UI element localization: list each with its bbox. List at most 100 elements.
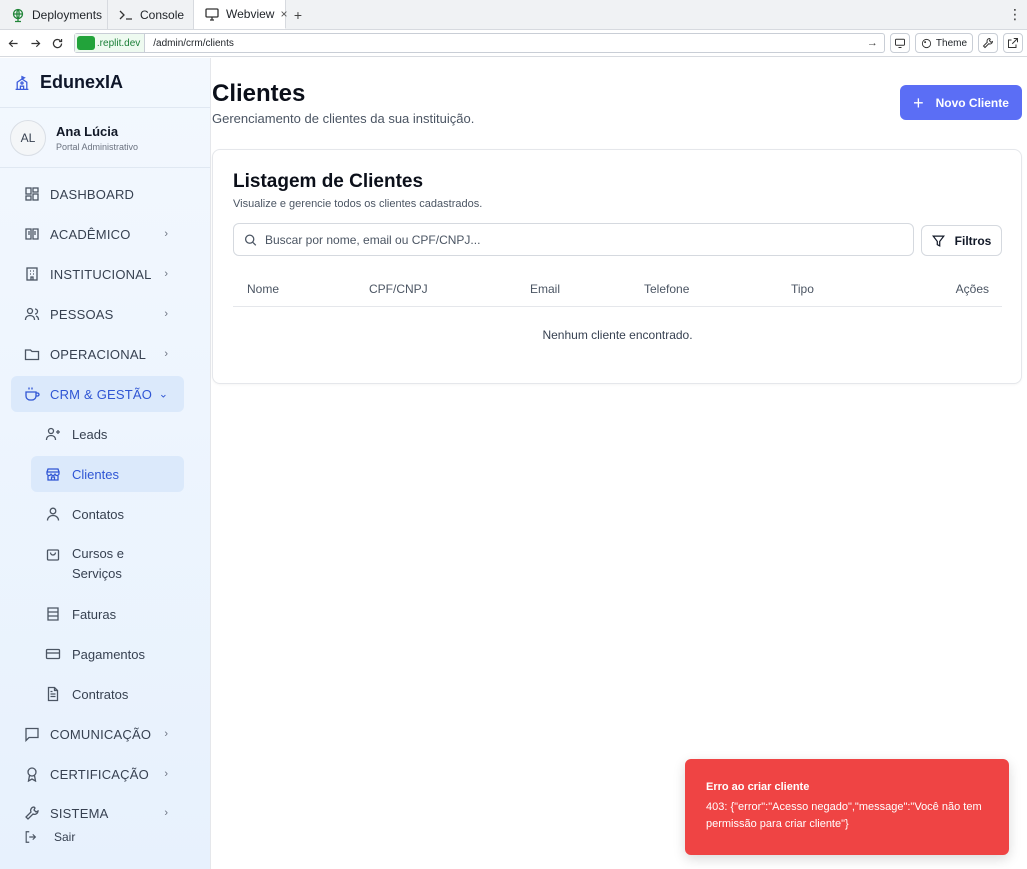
- globe-icon: [10, 7, 26, 23]
- sidebar-item-comunicacao[interactable]: COMUNICAÇÃO ›: [11, 716, 184, 752]
- sidebar-item-label: Contatos: [72, 506, 125, 522]
- monitor-icon: [894, 38, 905, 48]
- more-menu-icon[interactable]: ⋮: [1003, 0, 1027, 29]
- brand[interactable]: EdunexIA: [0, 58, 210, 108]
- brand-name: EdunexIA: [40, 72, 124, 92]
- sidebar-subitem-pagamentos[interactable]: Pagamentos: [31, 636, 184, 672]
- column-header-acoes: Ações: [955, 282, 989, 296]
- sidebar-item-label: Leads: [72, 426, 108, 442]
- devtools-button[interactable]: [889, 33, 910, 53]
- building-icon: [24, 266, 40, 282]
- open-external-button[interactable]: [1003, 33, 1023, 53]
- reload-button[interactable]: [48, 33, 68, 53]
- tab-label: Webview: [226, 7, 275, 21]
- address-bar: .replit.dev /admin/crm/clients → Theme: [0, 30, 1027, 57]
- sidebar-item-operacional[interactable]: OPERACIONAL ›: [11, 336, 184, 372]
- tab-label: Console: [140, 7, 185, 22]
- chevron-right-icon: ›: [164, 228, 168, 240]
- host-pill: .replit.dev: [74, 34, 146, 52]
- sidebar-item-label: COMUNICAÇÃO: [50, 726, 152, 742]
- sidebar-item-institucional[interactable]: INSTITUCIONAL ›: [11, 256, 184, 292]
- user-profile[interactable]: AL Ana Lúcia Portal Administrativo: [0, 108, 210, 168]
- tab-console[interactable]: Console: [108, 0, 194, 29]
- sidebar-subitem-clientes[interactable]: Clientes: [31, 456, 184, 492]
- column-header-telefone[interactable]: Telefone: [644, 282, 689, 296]
- palette-icon: [921, 38, 931, 48]
- url-host: .replit.dev: [96, 37, 141, 49]
- reload-icon: [53, 38, 63, 48]
- school-icon: [12, 73, 32, 93]
- sidebar-item-label: Pagamentos: [72, 646, 145, 662]
- chevron-right-icon: ›: [164, 268, 168, 280]
- card-title: Listagem de Clientes: [233, 171, 424, 192]
- sidebar-item-label: Faturas: [72, 606, 117, 622]
- forward-button[interactable]: [26, 33, 46, 53]
- dashboard-icon: [24, 186, 40, 202]
- sidebar-item-label: DASHBOARD: [50, 186, 135, 202]
- search-box: [233, 223, 914, 256]
- tools-button[interactable]: [978, 33, 999, 53]
- sidebar-subitem-contatos[interactable]: Contatos: [31, 496, 184, 532]
- error-toast[interactable]: Erro ao criar cliente 403: {"error":"Ace…: [685, 759, 1009, 855]
- empty-state: Nenhum cliente encontrado.: [542, 328, 693, 342]
- tab-webview[interactable]: Webview ×: [194, 0, 287, 29]
- plus-icon: +: [913, 92, 924, 113]
- sidebar-item-label-line2: Serviços: [72, 566, 122, 581]
- url-field[interactable]: .replit.dev /admin/crm/clients →: [73, 33, 885, 53]
- sidebar-item-label: CERTIFICAÇÃO: [50, 766, 149, 782]
- user-name: Ana Lúcia: [56, 123, 119, 139]
- sidebar-subitem-contratos[interactable]: Contratos: [31, 676, 184, 712]
- user-icon: [45, 506, 61, 522]
- column-header-nome[interactable]: Nome: [247, 282, 279, 296]
- column-header-tipo[interactable]: Tipo: [791, 282, 814, 296]
- tab-deployments[interactable]: Deployments: [0, 0, 108, 29]
- avatar: AL: [10, 119, 46, 156]
- search-input[interactable]: [265, 232, 885, 247]
- sidebar-item-label: ACADÊMICO: [50, 226, 131, 242]
- back-button[interactable]: [4, 33, 24, 53]
- sidebar-item-sistema[interactable]: SISTEMA ›: [11, 795, 184, 831]
- clients-card: Listagem de Clientes Visualize e gerenci…: [212, 149, 1022, 384]
- users-icon: [24, 306, 40, 322]
- search-icon: [244, 233, 257, 246]
- sidebar-subitem-leads[interactable]: Leads: [31, 416, 184, 452]
- sidebar-item-label: INSTITUCIONAL: [50, 266, 152, 282]
- theme-button[interactable]: Theme: [914, 33, 974, 53]
- sidebar-item-pessoas[interactable]: PESSOAS ›: [11, 296, 184, 332]
- go-arrow-icon[interactable]: →: [867, 37, 884, 49]
- new-tab-button[interactable]: +: [286, 0, 310, 29]
- toast-title: Erro ao criar cliente: [706, 781, 810, 793]
- sidebar-item-label: OPERACIONAL: [50, 346, 147, 362]
- filter-icon: [931, 234, 945, 247]
- browser-tab-bar: Deployments Console Webview × + ⋮: [0, 0, 1027, 30]
- sidebar-subitem-faturas[interactable]: Faturas: [31, 596, 184, 632]
- award-icon: [24, 766, 40, 782]
- new-client-button[interactable]: + Novo Cliente: [900, 85, 1022, 120]
- message-icon: [24, 726, 40, 742]
- folder-icon: [24, 346, 40, 362]
- sidebar-item-certificacao[interactable]: CERTIFICAÇÃO ›: [11, 756, 184, 792]
- book-icon: [24, 226, 40, 242]
- sidebar-subitem-cursos-servicos[interactable]: Cursos e Serviços: [31, 544, 184, 588]
- chevron-down-icon: ⌄: [158, 388, 168, 401]
- column-header-email[interactable]: Email: [530, 282, 560, 296]
- chevron-right-icon: ›: [164, 728, 168, 740]
- column-header-cpf-cnpj[interactable]: CPF/CNPJ: [369, 282, 428, 296]
- logout-button[interactable]: Sair: [24, 830, 75, 844]
- sidebar-item-academico[interactable]: ACADÊMICO ›: [11, 216, 184, 252]
- chevron-right-icon: ›: [164, 807, 168, 819]
- theme-label: Theme: [935, 37, 968, 49]
- page-subtitle: Gerenciamento de clientes da sua institu…: [212, 111, 475, 126]
- chevron-right-icon: ›: [164, 308, 168, 320]
- page-title: Clientes: [212, 80, 306, 107]
- sidebar-item-crm-gestao[interactable]: CRM & GESTÃO ⌄: [11, 376, 184, 412]
- wrench-icon: [24, 805, 40, 821]
- log-out-icon: [24, 830, 38, 844]
- sidebar-item-dashboard[interactable]: DASHBOARD: [11, 176, 184, 212]
- terminal-icon: [118, 7, 134, 23]
- chevron-right-icon: ›: [164, 768, 168, 780]
- tab-label: Deployments: [32, 7, 103, 22]
- sidebar-item-label: Clientes: [72, 466, 119, 482]
- receipt-icon: [45, 606, 61, 622]
- filters-button[interactable]: Filtros: [921, 225, 1002, 256]
